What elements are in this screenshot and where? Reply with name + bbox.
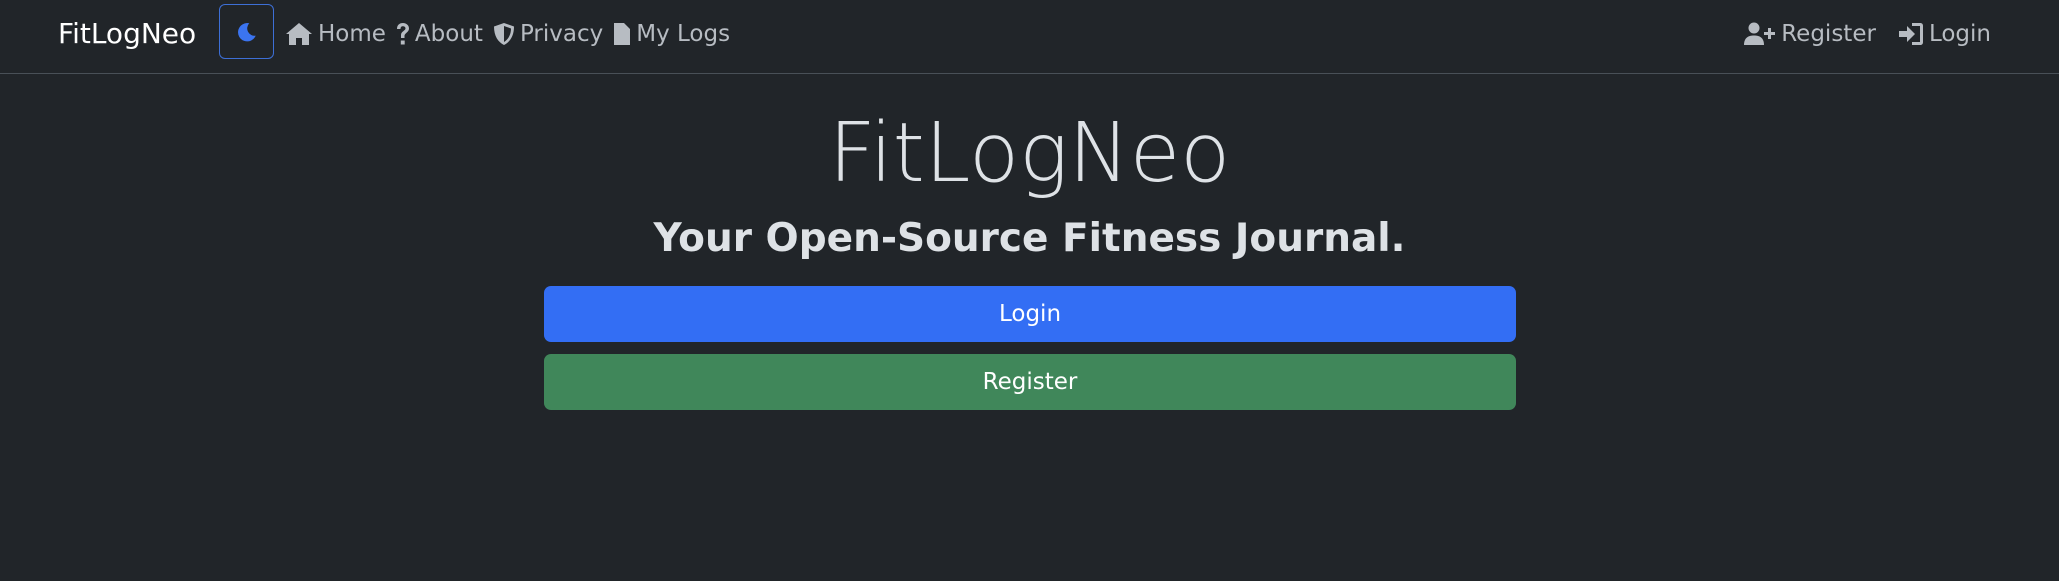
login-button[interactable]: Login: [544, 286, 1516, 342]
nav-login-label: Login: [1928, 21, 1991, 47]
user-plus-icon: [1744, 22, 1776, 45]
nav-privacy-label: Privacy: [519, 21, 604, 47]
nav-login[interactable]: Login: [1898, 21, 1991, 47]
shield-icon: [493, 23, 514, 45]
sign-in-icon: [1898, 23, 1923, 45]
house-icon: [286, 23, 312, 45]
navbar: FitLogNeo Home About Privacy My Logs Reg…: [0, 0, 2059, 74]
nav-left: Home About Privacy My Logs: [285, 14, 730, 54]
moon-icon: [237, 22, 256, 41]
file-icon: [614, 23, 631, 45]
nav-register[interactable]: Register: [1744, 21, 1876, 47]
nav-about[interactable]: About: [396, 21, 483, 47]
nav-home[interactable]: Home: [285, 21, 386, 47]
hero-subtitle: Your Open-Source Fitness Journal.: [653, 216, 1406, 261]
theme-toggle-button[interactable]: [219, 4, 274, 59]
nav-about-label: About: [414, 21, 483, 47]
brand-link[interactable]: FitLogNeo: [58, 14, 196, 54]
hero-title: FitLogNeo: [828, 106, 1231, 201]
nav-home-label: Home: [318, 21, 386, 47]
register-button[interactable]: Register: [544, 354, 1516, 410]
nav-my-logs[interactable]: My Logs: [613, 21, 730, 47]
nav-privacy[interactable]: Privacy: [493, 21, 603, 47]
nav-my-logs-label: My Logs: [636, 21, 731, 47]
nav-register-label: Register: [1781, 21, 1876, 47]
nav-right: Register Login: [1744, 14, 1991, 54]
question-icon: [396, 23, 409, 45]
